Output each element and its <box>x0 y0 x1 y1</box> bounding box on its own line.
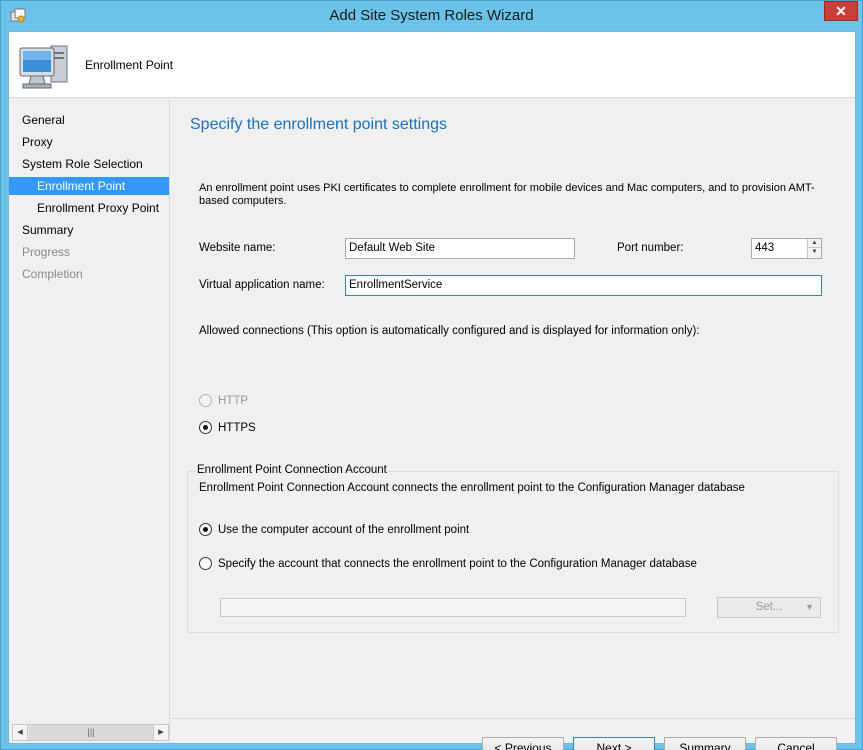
close-icon: ✕ <box>835 3 847 19</box>
computer-account-radio[interactable] <box>199 523 212 536</box>
cancel-button[interactable]: Cancel <box>755 737 837 750</box>
allowed-connections-label: Allowed connections (This option is auto… <box>199 325 700 337</box>
nav-item-proxy[interactable]: Proxy <box>9 133 169 151</box>
window-title: Add Site System Roles Wizard <box>329 7 534 24</box>
summary-button[interactable]: Summary <box>664 737 746 750</box>
close-button[interactable]: ✕ <box>824 1 858 21</box>
wizard-nav: General Proxy System Role Selection Enro… <box>9 99 170 743</box>
computer-monitor-icon <box>19 45 68 89</box>
page-description: An enrollment point uses PKI certificate… <box>199 182 815 207</box>
nav-horizontal-scrollbar[interactable]: ◂ ||| ▸ <box>12 724 169 741</box>
https-label: HTTPS <box>218 422 256 434</box>
spin-down-icon[interactable]: ▼ <box>808 248 821 257</box>
next-button[interactable]: Next > <box>573 737 655 750</box>
set-button-label: Set... <box>755 601 783 613</box>
http-label: HTTP <box>218 395 249 407</box>
nav-item-enrollment-point[interactable]: Enrollment Point <box>9 177 169 195</box>
connection-account-legend: Enrollment Point Connection Account <box>196 464 388 476</box>
footer-separator <box>171 718 855 719</box>
dropdown-arrow-icon: ▼ <box>805 602 814 612</box>
http-radio <box>199 394 212 407</box>
virtual-app-name-label: Virtual application name: <box>199 279 325 291</box>
port-number-stepper[interactable]: 443 ▲ ▼ <box>751 238 822 259</box>
https-radio <box>199 421 212 434</box>
virtual-app-name-field[interactable]: EnrollmentService <box>345 275 822 296</box>
nav-item-system-role-selection[interactable]: System Role Selection <box>9 155 169 173</box>
set-account-button: Set... ▼ <box>717 597 821 618</box>
nav-item-completion: Completion <box>22 267 83 281</box>
nav-item-summary[interactable]: Summary <box>9 221 169 239</box>
wizard-window: Add Site System Roles Wizard ✕ Enrollmen… <box>0 0 863 750</box>
header-title: Enrollment Point <box>85 58 174 72</box>
website-name-field[interactable]: Default Web Site <box>345 238 575 259</box>
nav-item-progress: Progress <box>22 245 71 259</box>
website-name-label: Website name: <box>199 242 276 254</box>
title-bar[interactable]: Add Site System Roles Wizard ✕ <box>1 1 862 31</box>
specify-account-radio[interactable] <box>199 557 212 570</box>
connection-account-description: Enrollment Point Connection Account conn… <box>199 482 745 494</box>
previous-button[interactable]: < Previous <box>482 737 564 750</box>
spin-up-icon[interactable]: ▲ <box>808 239 821 248</box>
scroll-right-icon[interactable]: ▸ <box>153 725 168 740</box>
wizard-client-area: Enrollment Point General Proxy System Ro… <box>8 31 856 750</box>
specify-account-label[interactable]: Specify the account that connects the en… <box>218 558 697 570</box>
port-number-label: Port number: <box>617 242 684 254</box>
account-field <box>220 598 686 617</box>
wizard-page: Specify the enrollment point settings An… <box>171 99 855 750</box>
nav-item-general[interactable]: General <box>9 111 169 129</box>
scroll-thumb[interactable]: ||| <box>29 725 153 740</box>
wizard-header: Enrollment Point <box>9 32 855 98</box>
computer-account-label[interactable]: Use the computer account of the enrollme… <box>218 524 469 536</box>
scroll-grip-icon: ||| <box>87 727 95 737</box>
port-stepper-buttons: ▲ ▼ <box>807 239 821 258</box>
port-number-value: 443 <box>755 242 775 254</box>
nav-item-enrollment-proxy-point[interactable]: Enrollment Proxy Point <box>9 199 169 217</box>
scroll-left-icon[interactable]: ◂ <box>13 725 28 740</box>
page-title: Specify the enrollment point settings <box>190 116 448 133</box>
